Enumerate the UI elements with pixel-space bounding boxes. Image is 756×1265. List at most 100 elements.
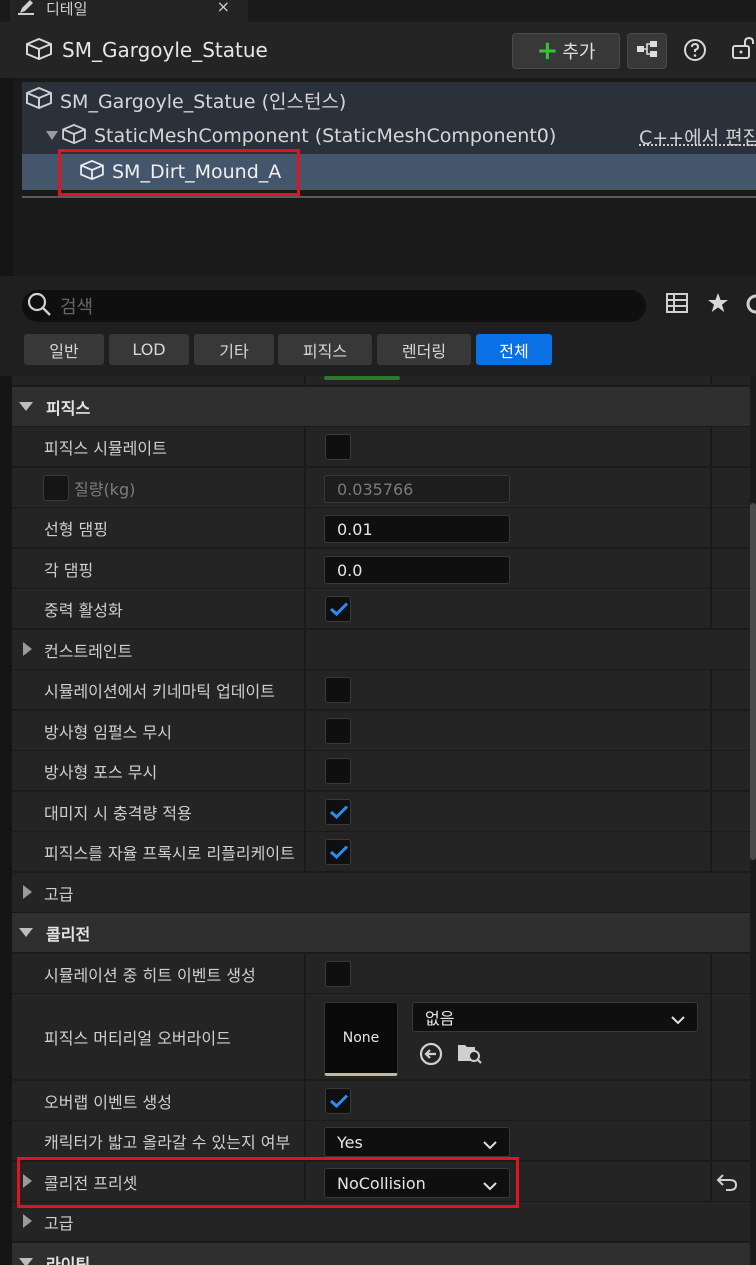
filter-all[interactable]: 전체 bbox=[476, 334, 552, 365]
check-icon bbox=[330, 805, 348, 819]
browse-icon[interactable] bbox=[457, 1041, 483, 1069]
chevron-down-icon bbox=[483, 1135, 497, 1154]
ignore-radial-force-checkbox[interactable] bbox=[325, 758, 351, 784]
expand-arrow-icon[interactable] bbox=[23, 1174, 32, 1188]
static-mesh-icon bbox=[26, 38, 52, 64]
search-placeholder: 검색 bbox=[60, 293, 93, 319]
property-can-step-up: 캐릭터가 밟고 올라갈 수 있는지 여부 Yes bbox=[12, 1121, 750, 1161]
gear-icon[interactable] bbox=[744, 292, 756, 320]
property-hit-events: 시뮬레이션 중 히트 이벤트 생성 bbox=[12, 954, 750, 994]
collision-presets-combo[interactable]: NoCollision bbox=[324, 1168, 510, 1198]
property-label: 콜리전 프리셋 bbox=[44, 1162, 137, 1202]
property-label: 오버랩 이벤트 생성 bbox=[44, 1081, 172, 1121]
property-kinematic-update: 시뮬레이션에서 키네마틱 업데이트 bbox=[12, 670, 750, 710]
filter-physics[interactable]: 피직스 bbox=[278, 334, 372, 365]
property-label: 선형 댐핑 bbox=[44, 508, 108, 548]
property-label: 피직스를 자율 프록시로 리플리케이트 bbox=[44, 832, 295, 872]
property-phys-material-override: 피직스 머티리얼 오버라이드 None 없음 bbox=[12, 994, 750, 1080]
expand-arrow-icon bbox=[19, 402, 33, 411]
material-combo[interactable]: 없음 bbox=[412, 1002, 698, 1032]
apply-impulse-checkbox[interactable] bbox=[325, 799, 351, 825]
mass-field[interactable]: 0.035766 bbox=[324, 475, 510, 503]
material-combo-value: 없음 bbox=[425, 1005, 454, 1029]
scrollbar-thumb[interactable] bbox=[750, 503, 756, 860]
mass-override-checkbox[interactable] bbox=[43, 475, 69, 501]
expand-arrow-icon[interactable] bbox=[23, 885, 32, 899]
chevron-down-icon bbox=[671, 1010, 685, 1029]
category-title: 콜리전 bbox=[46, 913, 90, 953]
property-label: 고급 bbox=[44, 1202, 73, 1242]
star-icon[interactable] bbox=[707, 292, 729, 318]
property-label: 시뮬레이션 중 히트 이벤트 생성 bbox=[44, 954, 256, 994]
panel-tab-bar: 디테일 × bbox=[0, 0, 756, 22]
enable-gravity-checkbox[interactable] bbox=[325, 596, 351, 622]
category-lighting[interactable]: 라이팅 bbox=[12, 1243, 750, 1265]
property-list: 피직스 피직스 시뮬레이트 질량(kg) 0.035766 선형 댐핑 0.01… bbox=[12, 376, 750, 1265]
filter-misc[interactable]: 기타 bbox=[194, 334, 274, 365]
filter-lod[interactable]: LOD bbox=[109, 334, 189, 365]
property-collision-advanced[interactable]: 고급 bbox=[12, 1202, 750, 1242]
combo-value: Yes bbox=[337, 1133, 363, 1152]
tree-row-label: StaticMeshComponent (StaticMeshComponent… bbox=[94, 125, 556, 147]
static-mesh-icon bbox=[80, 160, 104, 184]
close-icon[interactable]: × bbox=[217, 0, 230, 16]
category-collision[interactable]: 콜리전 bbox=[12, 913, 750, 953]
details-tab[interactable]: 디테일 × bbox=[10, 0, 248, 22]
property-label: 컨스트레인트 bbox=[44, 630, 132, 670]
can-step-up-combo[interactable]: Yes bbox=[324, 1127, 510, 1157]
property-physics-advanced[interactable]: 고급 bbox=[12, 873, 750, 913]
filter-rendering[interactable]: 렌더링 bbox=[377, 334, 471, 365]
ignore-radial-impulse-checkbox[interactable] bbox=[325, 718, 351, 744]
property-ignore-radial-force: 방사형 포스 무시 bbox=[12, 751, 750, 791]
category-physics[interactable]: 피직스 bbox=[12, 387, 750, 427]
tree-divider bbox=[22, 196, 756, 198]
property-overlap-events: 오버랩 이벤트 생성 bbox=[12, 1081, 750, 1121]
property-linear-damping: 선형 댐핑 0.01 bbox=[12, 508, 750, 548]
static-mesh-icon bbox=[26, 87, 52, 113]
partial-swatch bbox=[324, 376, 400, 380]
property-angular-damping: 각 댐핑 0.0 bbox=[12, 549, 750, 589]
linear-damping-field[interactable]: 0.01 bbox=[324, 515, 510, 543]
lock-icon[interactable] bbox=[730, 36, 756, 62]
help-icon[interactable] bbox=[682, 37, 708, 63]
tree-row-label: SM_Dirt_Mound_A bbox=[112, 161, 281, 183]
edit-in-cpp-link[interactable]: C++에서 편집 bbox=[639, 123, 756, 150]
expand-arrow-icon[interactable] bbox=[23, 1214, 32, 1228]
add-component-button[interactable]: + 추가 bbox=[512, 33, 620, 69]
reset-to-default-icon[interactable] bbox=[716, 1172, 738, 1196]
plus-icon: + bbox=[537, 38, 559, 64]
simulate-physics-checkbox[interactable] bbox=[325, 434, 351, 460]
angular-damping-field[interactable]: 0.0 bbox=[324, 556, 510, 584]
blueprint-button[interactable] bbox=[627, 33, 667, 69]
blueprint-icon bbox=[636, 39, 658, 63]
table-view-icon[interactable] bbox=[666, 292, 688, 318]
filter-general[interactable]: 일반 bbox=[24, 334, 104, 365]
tree-row-static-mesh-component[interactable]: StaticMeshComponent (StaticMeshComponent… bbox=[22, 118, 756, 154]
expand-arrow-icon[interactable] bbox=[23, 642, 32, 656]
property-apply-impulse-on-damage: 대미지 시 충격량 적용 bbox=[12, 792, 750, 832]
tree-row-actor[interactable]: SM_Gargoyle_Statue (인스턴스) bbox=[22, 82, 756, 118]
use-selected-icon[interactable] bbox=[419, 1042, 443, 1070]
search-input[interactable]: 검색 bbox=[22, 290, 646, 322]
property-enable-gravity: 중력 활성화 bbox=[12, 589, 750, 629]
collapse-arrow-icon[interactable] bbox=[46, 127, 58, 145]
property-label: 질량(kg) bbox=[74, 468, 135, 508]
property-label: 방사형 포스 무시 bbox=[44, 751, 157, 791]
property-label: 시뮬레이션에서 키네마틱 업데이트 bbox=[44, 670, 275, 710]
tab-title: 디테일 bbox=[46, 0, 87, 19]
material-thumbnail[interactable]: None bbox=[324, 1002, 398, 1076]
hit-events-checkbox[interactable] bbox=[325, 961, 351, 987]
check-icon bbox=[330, 602, 348, 616]
kinematic-update-checkbox[interactable] bbox=[325, 677, 351, 703]
property-mass: 질량(kg) 0.035766 bbox=[12, 468, 750, 508]
property-label: 피직스 머티리얼 오버라이드 bbox=[44, 994, 231, 1080]
tree-row-selected-mesh[interactable]: SM_Dirt_Mound_A bbox=[22, 154, 756, 190]
replicate-physics-checkbox[interactable] bbox=[325, 839, 351, 865]
property-label: 캐릭터가 밟고 올라갈 수 있는지 여부 bbox=[44, 1121, 290, 1161]
property-label: 고급 bbox=[44, 873, 73, 913]
property-constraints[interactable]: 컨스트레인트 bbox=[12, 630, 750, 670]
overlap-events-checkbox[interactable] bbox=[325, 1088, 351, 1114]
property-label: 대미지 시 충격량 적용 bbox=[44, 792, 192, 832]
object-name: SM_Gargoyle_Statue bbox=[62, 38, 268, 62]
property-collision-presets: 콜리전 프리셋 NoCollision bbox=[12, 1162, 750, 1202]
